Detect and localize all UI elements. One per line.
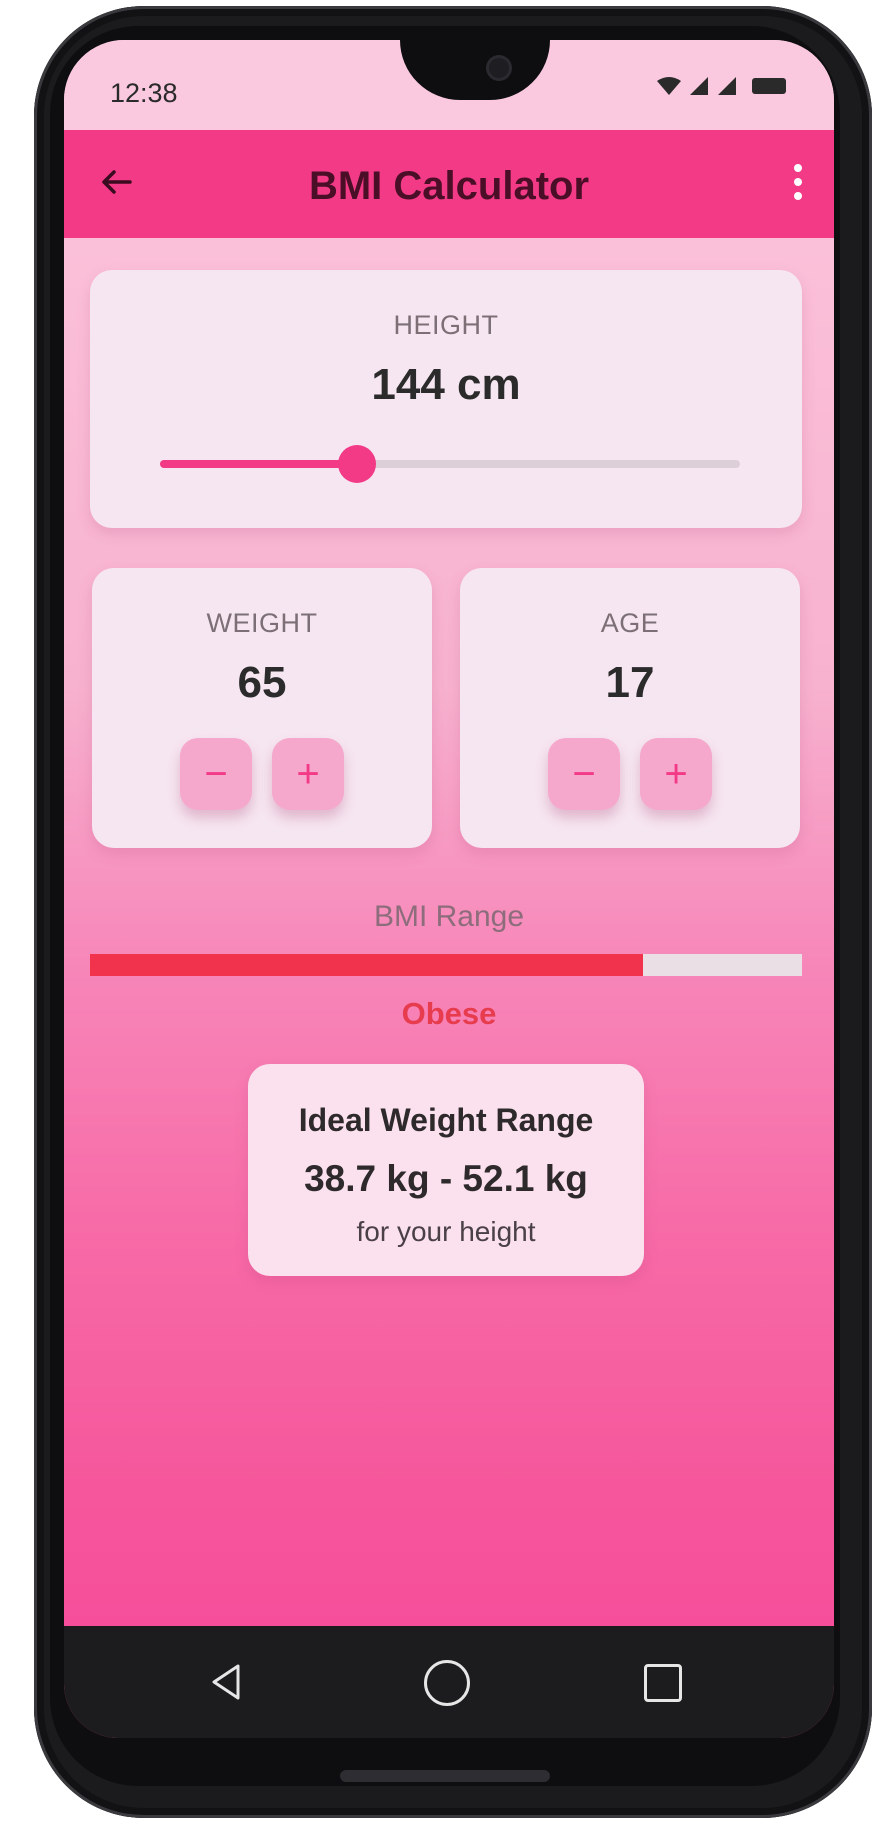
height-slider-thumb[interactable] [338,445,377,483]
height-slider[interactable] [160,445,740,483]
height-label: HEIGHT [393,310,499,340]
screen: 12:38 BMI Calculator HEIGHT 144 cm WEIGH… [64,40,834,1738]
bottom-speaker [340,1770,550,1782]
age-increment-button[interactable]: + [640,738,712,810]
bmi-range-bar-fill [90,954,643,976]
height-slider-fill [160,460,358,468]
age-stepper: − + [460,738,800,810]
nav-recents-icon[interactable] [644,1664,682,1702]
bmi-range-bar [90,954,802,976]
signal-icon [690,77,708,95]
system-nav-bar [64,1626,834,1738]
age-decrement-button[interactable]: − [548,738,620,810]
weight-card: WEIGHT 65 − + [92,568,432,848]
signal-icon [718,77,736,95]
ideal-weight-title: Ideal Weight Range [298,1102,594,1138]
weight-label: WEIGHT [206,608,318,638]
front-camera [489,58,509,78]
weight-increment-button[interactable]: + [272,738,344,810]
status-icons [656,76,786,96]
more-vert-icon[interactable] [788,164,808,208]
page-title: BMI Calculator [308,164,590,208]
bmi-range-label: BMI Range [373,900,525,933]
bmi-category: Obese [401,996,497,1031]
ideal-weight-range: 38.7 kg - 52.1 kg [304,1158,588,1199]
app-bar: BMI Calculator [64,130,834,238]
age-label: AGE [600,608,660,638]
wifi-icon [657,77,681,95]
nav-back-icon[interactable] [206,1662,246,1702]
weight-stepper: − + [92,738,432,810]
height-card: HEIGHT 144 cm [90,270,802,528]
status-time: 12:38 [110,78,178,108]
weight-value: 65 [237,658,287,707]
weight-decrement-button[interactable]: − [180,738,252,810]
height-value: 144 cm [371,360,521,409]
battery-icon [752,78,786,94]
age-value: 17 [605,658,655,707]
age-card: AGE 17 − + [460,568,800,848]
nav-home-icon[interactable] [424,1660,470,1706]
ideal-weight-note: for your height [356,1216,536,1247]
ideal-weight-card: Ideal Weight Range 38.7 kg - 52.1 kg for… [248,1064,644,1276]
